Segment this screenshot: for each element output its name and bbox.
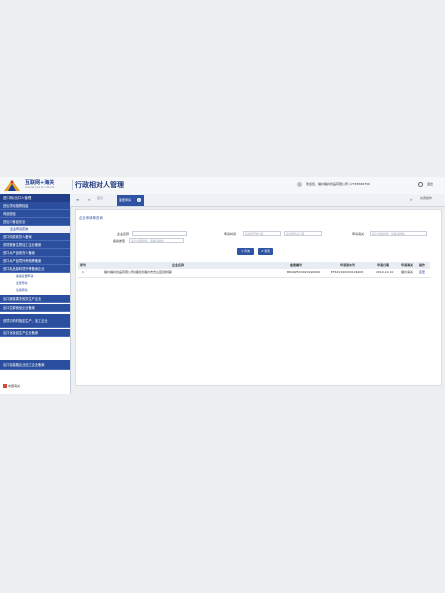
cell-filing-no: B60ZZ5C0020190006 <box>287 270 321 274</box>
column-header: 申请流水号 <box>340 263 356 267</box>
column-header: 申请海关 <box>401 263 414 267</box>
logo-title: 互联网+海关 <box>25 180 55 186</box>
query-label: 查询 <box>244 249 250 253</box>
sidebar-item[interactable]: 进口水产品收货人备案 <box>0 249 70 257</box>
reset-label: 重置 <box>264 249 270 253</box>
forward-icon[interactable]: » <box>410 197 412 202</box>
close-tab-icon[interactable]: × <box>137 198 141 202</box>
sidebar-item[interactable]: 进口乳品原料境外等备案企业 <box>0 265 70 273</box>
welcome-text: 欢迎您，福州福井食品有限公司 17765586756 <box>306 182 370 186</box>
column-header: 操作 <box>419 263 426 267</box>
sidebar-item[interactable]: 进出境动植物检疫 <box>0 202 70 210</box>
query-button[interactable]: ⚲ 查询 <box>237 248 254 255</box>
customs-label: 申请海关 <box>352 232 365 236</box>
sidebar-item[interactable]: 进境中药材指定生产、加工企业 <box>0 314 70 328</box>
customs-icon <box>3 384 7 388</box>
menu-icon[interactable]: ≡ <box>76 197 79 202</box>
sidebar-item[interactable]: 出口蔬菜果冻相关生产企业 <box>0 295 70 303</box>
customs-select[interactable]: 请空(申请批准、填申请模板) <box>370 231 427 236</box>
column-header: 备案编号 <box>290 263 303 267</box>
start-date-input[interactable]: 请选择开始日期 <box>243 231 281 236</box>
tab-home[interactable]: 首页 <box>97 197 103 200</box>
logo-icon <box>4 180 20 191</box>
end-date-input[interactable]: 请选择结束日期 <box>284 231 322 236</box>
header-divider <box>72 180 73 190</box>
sidebar-item[interactable]: 出口包装箱企业加工企业备案 <box>0 360 70 370</box>
cell-index: 1 <box>82 270 84 274</box>
rewind-icon[interactable]: « <box>88 197 90 202</box>
cell-customs: 福州海关 <box>401 270 414 274</box>
sidebar-section-title[interactable]: 进口商/出口人管理 <box>0 194 70 202</box>
sidebar-item[interactable]: 进出口食品安全 <box>0 218 70 226</box>
sidebar-item[interactable]: 商品检验 <box>0 210 70 218</box>
sidebar-item[interactable]: 出口生鲜食品企业备案 <box>0 304 70 312</box>
apply-time-label: 申请时间 <box>224 232 237 236</box>
sidebar-subitem[interactable]: 企业申请查询 <box>0 226 70 233</box>
filing-type-label: 备案类型 <box>113 239 126 243</box>
column-header: 企业名称 <box>172 263 185 267</box>
sidebar-item[interactable]: 进口肉类收货人备案 <box>0 233 70 241</box>
cell-company: 福州福井食品有限公司(福建省福州市仓山区建新镇) <box>104 270 173 274</box>
sidebar-item[interactable]: 进口水产品境外养殖等备案 <box>0 257 70 265</box>
app-title: 行政相对人管理 <box>75 181 124 189</box>
company-name-label: 企业名称 <box>117 232 130 236</box>
cell-date: 2019-12-10 <box>376 270 394 274</box>
user-icon <box>297 182 302 187</box>
sidebar-item[interactable]: 进境粮食生物加工企业备案 <box>0 241 70 249</box>
close-operations-button[interactable]: 关闭操作 <box>420 197 432 200</box>
logo: 互联网+海关 internet plus all customs <box>3 178 71 193</box>
panel-title: 企业申请单查询 <box>79 216 103 220</box>
power-icon[interactable] <box>418 182 423 187</box>
change-link[interactable]: 变更 <box>419 271 425 274</box>
cell-serial-no: EF420190000126406 <box>331 270 364 274</box>
footer-text: 中国海关 <box>8 384 21 388</box>
sidebar-subitem[interactable]: 备案变更申请 <box>0 273 70 280</box>
sidebar: 进口商/出口人管理 进出境动植物检疫 商品检验 进出口食品安全 企业申请查询 进… <box>0 194 71 394</box>
company-name-input[interactable] <box>132 231 187 236</box>
sidebar-item[interactable]: 出口化妆品生产企业备案 <box>0 329 70 337</box>
column-header: 序号 <box>80 263 87 267</box>
logo-subtitle: internet plus all customs <box>25 186 55 189</box>
sidebar-subitem[interactable]: 变更申请 <box>0 280 70 287</box>
exit-button[interactable]: 退出 <box>427 183 433 186</box>
reset-button[interactable]: ↺ 重置 <box>258 248 273 255</box>
sidebar-subitem[interactable]: 注销申请 <box>0 287 70 294</box>
filing-type-select[interactable]: 请空(申请批准、填申请模板) <box>129 238 184 243</box>
column-header: 申请日期 <box>377 263 390 267</box>
